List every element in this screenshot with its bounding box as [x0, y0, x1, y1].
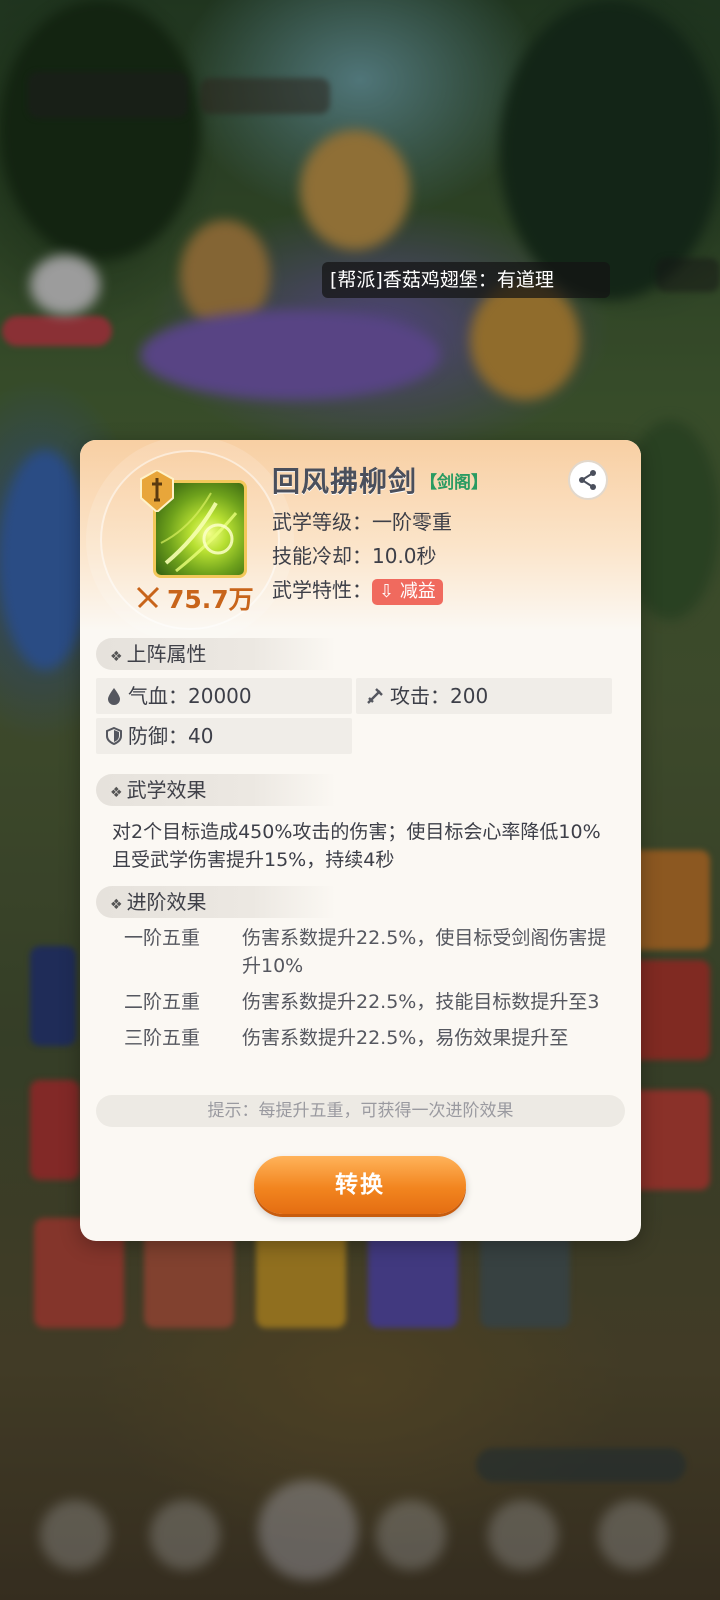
trait-value: 减益: [399, 580, 436, 602]
section-title: 进阶效果: [126, 890, 207, 914]
cooldown-row: 技能冷却：10.0秒: [272, 540, 437, 569]
advance-row: 一阶五重 伤害系数提升22.5%，使目标受剑阁伤害提升10%: [124, 924, 614, 980]
advance-row: 三阶五重 伤害系数提升22.5%，易伤效果提升至: [124, 1024, 614, 1052]
school-tag: 【剑阁】: [420, 473, 488, 493]
sword-badge-icon: [140, 468, 174, 514]
stat-atk-value: 200: [450, 684, 489, 708]
guild-chat-bubble: [帮派]香菇鸡翅堡：有道理: [322, 262, 610, 298]
stat-def-value: 40: [188, 724, 214, 748]
advance-desc: 伤害系数提升22.5%，技能目标数提升至3: [242, 991, 600, 1013]
shield-icon: [106, 727, 122, 745]
level-value: 一阶零重: [372, 510, 452, 534]
section-advance-effect: ❖ 进阶效果: [96, 886, 336, 918]
stat-atk: 攻击：200: [356, 678, 612, 714]
sword-icon: [367, 688, 383, 704]
power-value: 75.7万: [167, 585, 254, 614]
skill-detail-dialog: 75.7万 回风拂柳剑 【剑阁】 武学等级：一阶零重 技能冷却：10.0秒 武学…: [80, 440, 641, 1241]
blood-drop-icon: [108, 688, 120, 705]
advance-desc: 伤害系数提升22.5%，使目标受剑阁伤害提升10%: [242, 927, 607, 977]
advance-level: 一阶五重: [124, 927, 201, 949]
diamond-bullet-icon: ❖: [110, 897, 123, 913]
section-battle-attrs: ❖ 上阵属性: [96, 638, 336, 670]
trait-row: 武学特性： ⇩ 减益: [272, 574, 443, 605]
level-row: 武学等级：一阶零重: [272, 506, 452, 535]
stat-def: 防御：40: [96, 718, 352, 754]
crossed-swords-icon: [136, 586, 160, 609]
level-label: 武学等级：: [272, 510, 372, 534]
stat-def-label: 防御：: [128, 724, 188, 748]
stat-atk-label: 攻击：: [390, 684, 450, 708]
stat-hp: 气血：20000: [96, 678, 352, 714]
power-value-row: 75.7万: [135, 580, 285, 616]
trait-label: 武学特性：: [272, 578, 372, 602]
advance-level: 二阶五重: [124, 991, 201, 1013]
debuff-icon: ⇩: [379, 580, 400, 602]
effect-description: 对2个目标造成450%攻击的伤害；使目标会心率降低10%且受武学伤害提升15%，…: [112, 821, 601, 871]
stat-hp-label: 气血：: [128, 684, 188, 708]
diamond-bullet-icon: ❖: [110, 785, 123, 801]
skill-name: 回风拂柳剑: [272, 465, 418, 498]
advance-row: 二阶五重 伤害系数提升22.5%，技能目标数提升至3: [124, 988, 614, 1016]
advance-level: 三阶五重: [124, 1027, 201, 1049]
section-martial-effect: ❖ 武学效果: [96, 774, 336, 806]
advance-list[interactable]: 一阶五重 伤害系数提升22.5%，使目标受剑阁伤害提升10% 二阶五重 伤害系数…: [124, 924, 614, 1054]
section-title: 上阵属性: [126, 642, 207, 666]
share-button[interactable]: [568, 460, 608, 500]
convert-button[interactable]: 转换: [254, 1156, 466, 1214]
share-icon: [579, 470, 596, 490]
advance-hint: 提示：每提升五重，可获得一次进阶效果: [96, 1095, 625, 1127]
cooldown-label: 技能冷却：: [272, 544, 372, 568]
trait-tag[interactable]: ⇩ 减益: [372, 578, 443, 605]
stat-hp-value: 20000: [188, 684, 252, 708]
diamond-bullet-icon: ❖: [110, 649, 123, 665]
cooldown-value: 10.0秒: [372, 544, 437, 568]
advance-desc: 伤害系数提升22.5%，易伤效果提升至: [242, 1027, 569, 1049]
section-title: 武学效果: [126, 778, 207, 802]
